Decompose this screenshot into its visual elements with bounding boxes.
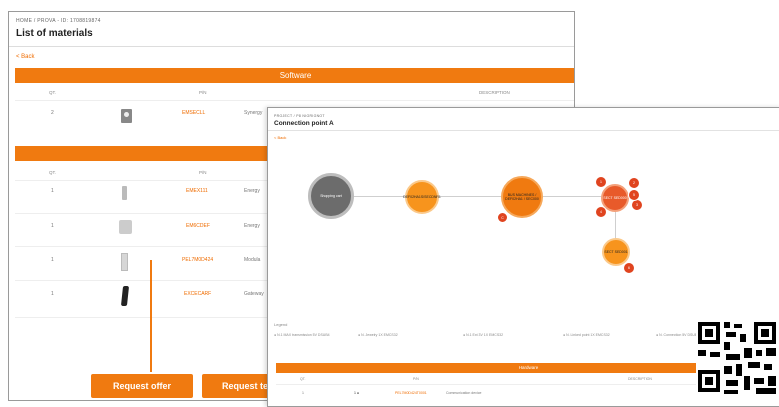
qr-code [696, 320, 779, 396]
legend-item: ● N. Jewelry 1X EMCS32 [358, 333, 398, 337]
back-link[interactable]: < Back [274, 135, 286, 140]
legend-item: ● N.1 MAX transmission 5V DSUB4 [274, 333, 330, 337]
row-divider [15, 100, 574, 101]
description: Gateway [244, 291, 264, 297]
page-title: List of materials [16, 28, 93, 39]
node-badge[interactable]: 6 [623, 262, 635, 274]
node-badge[interactable]: 2 [628, 177, 640, 189]
part-number-link[interactable]: PEL7M0D424 [182, 257, 213, 263]
page-title: Connection point A [274, 120, 334, 127]
col-header-description: DESCRIPTION [628, 377, 652, 381]
device-node[interactable]: DEF02HA1S/SECDNR1 [403, 180, 441, 214]
part-number-link[interactable]: EXCECARF [184, 291, 211, 297]
col-header-pn: P/N [413, 377, 419, 381]
part-number-link[interactable]: EMEX111 [186, 188, 208, 194]
node-badge[interactable]: 4 [595, 206, 607, 218]
legend-title: Legend [274, 322, 288, 327]
header-divider [9, 46, 574, 47]
request-offer-button[interactable]: Request offer [91, 374, 193, 398]
part-number-link[interactable]: PEL7M0D424T0001 [395, 391, 427, 395]
col-header-description: DESCRIPTION [479, 90, 510, 95]
description: Synergy [244, 110, 263, 116]
qty: 1 [302, 391, 304, 395]
product-image [119, 220, 132, 234]
description: Communication device [446, 391, 482, 395]
col-header-qty: QT. [300, 377, 306, 381]
col-header-pn: P/N [199, 90, 207, 95]
back-link[interactable]: < Back [16, 54, 35, 60]
breadcrumb[interactable]: PROJECT / P8 NIGRIGNOT [274, 114, 325, 118]
legend-item: ● N. Linked point 1X EMCS32 [563, 333, 610, 337]
description: Modula [244, 257, 261, 263]
qty: 2 [51, 110, 54, 116]
product-image [122, 186, 127, 200]
software-thumbnail [121, 109, 132, 123]
description: Energy [244, 188, 260, 194]
pointer-line [150, 260, 152, 372]
bus-machines-node[interactable]: BUS MACHINES / DEF02HA1 / SEC000 [501, 176, 543, 218]
col-header-pn: P/N [199, 170, 207, 175]
node-badge[interactable]: C [497, 212, 508, 223]
node-badge[interactable]: 1 [595, 176, 607, 188]
part-number-link[interactable]: EMSECLL [182, 110, 205, 116]
shopping-cart-node[interactable]: Shopping cart [308, 173, 354, 219]
software-section-header[interactable]: Software [15, 68, 574, 83]
legend-item: ● N.1 Ext 3V 1X EMCS32 [463, 333, 504, 337]
node-badge[interactable]: 5 [628, 189, 640, 201]
breadcrumb[interactable]: HOME / PROVA - ID: 1708819874 [16, 18, 101, 24]
col-header-qty: QT. [49, 90, 57, 95]
qty: 1 [51, 257, 54, 263]
legend-item: ● N. Connection 5V DSUB4 [656, 333, 700, 337]
connector-line [332, 196, 612, 197]
description: Energy [244, 223, 260, 229]
part-number-link[interactable]: EM6CDEF [186, 223, 210, 229]
header-divider [268, 130, 779, 131]
selection-indicator[interactable]: 1 ● [354, 391, 359, 395]
product-image [120, 286, 130, 306]
col-header-qty: QT. [49, 170, 57, 175]
product-image [121, 253, 128, 271]
qty: 1 [51, 223, 54, 229]
qty: 1 [51, 291, 54, 297]
qty: 1 [51, 188, 54, 194]
